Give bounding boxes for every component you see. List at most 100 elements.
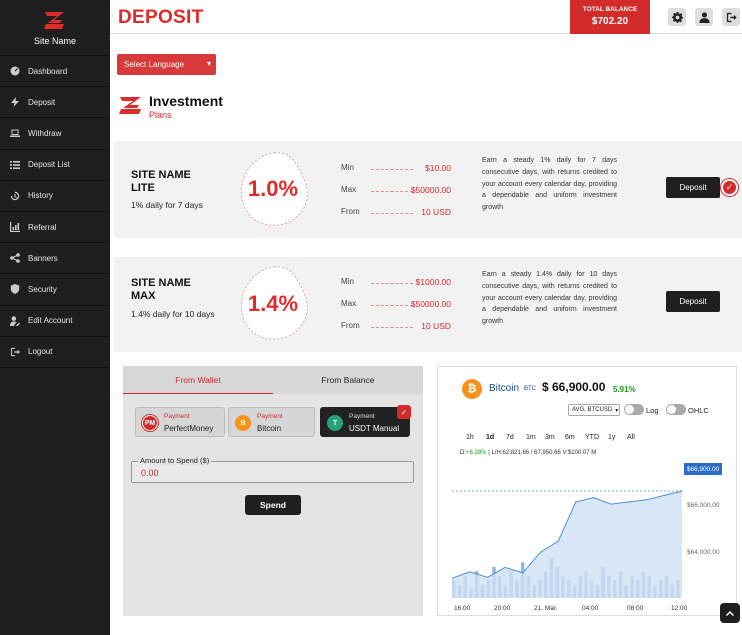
min-label: Min (341, 163, 354, 172)
range-7d[interactable]: 7d (506, 434, 514, 441)
sidebar-item-deposit[interactable]: Deposit (0, 87, 110, 119)
y-tick-label: $66,000.00 (687, 502, 720, 509)
user-icon (698, 11, 710, 23)
sidebar-item-edit-account[interactable]: Edit Account (0, 306, 110, 337)
investment-logo-icon (119, 97, 141, 114)
from-label: From (341, 207, 360, 216)
range-3m[interactable]: 3m (545, 434, 555, 441)
max-label: Max (341, 299, 357, 308)
dashboard-icon (9, 66, 20, 77)
range-ytd[interactable]: YTD (585, 434, 599, 441)
logout-icon (726, 12, 737, 22)
min-label: Min (341, 277, 354, 286)
payment-method-perfectmoney[interactable]: PM Payment PerfectMoney (135, 407, 225, 437)
chart-icon (9, 222, 20, 233)
x-tick-label: 04:00 (582, 605, 599, 612)
price-stats: D:+6.28% | L/H:62,821.66 / 67,950.66 V:$… (460, 450, 597, 456)
sidebar-item-logout[interactable]: Logout (0, 337, 110, 368)
price-point (628, 501, 630, 503)
bolt-icon (9, 97, 20, 108)
ticker-name: Bitcoin (489, 383, 520, 394)
scroll-to-top-button[interactable] (720, 603, 740, 623)
bitcoin-icon: B (235, 415, 251, 431)
sidebar-item-dashboard[interactable]: Dashboard (0, 56, 110, 88)
spend-button[interactable]: Spend (245, 495, 301, 515)
from-label: From (341, 321, 360, 330)
min-value: $1000.00 (415, 277, 451, 287)
price-area (452, 491, 682, 598)
method-label: Payment (349, 413, 375, 420)
sidebar: Site Name Dashboard Deposit Withdraw Dep… (0, 0, 110, 635)
sidebar-item-history[interactable]: History (0, 181, 110, 212)
brand-name: Site Name (33, 35, 77, 46)
investment-title: Investment (149, 93, 223, 109)
sidebar-item-security[interactable]: Security (0, 274, 110, 306)
sidebar-item-banners[interactable]: Banners (0, 243, 110, 275)
plan-min-row: Min $10.00 (341, 163, 451, 175)
plan-min-row: Min $1000.00 (341, 277, 451, 289)
payment-method-usdt[interactable]: T Payment USDT Manual ✓ (320, 405, 411, 437)
price-point (575, 501, 577, 503)
pair-select[interactable]: AVG. BTCUSD ▾ (568, 404, 620, 416)
chevron-down-icon: ▾ (615, 407, 619, 414)
deposit-button[interactable]: Deposit (666, 291, 720, 312)
profile-button[interactable] (695, 8, 713, 26)
max-value: $50000.00 (410, 299, 451, 309)
amount-value: 0.00 (141, 468, 159, 478)
amount-field[interactable]: Amount to Spend ($) 0.00 (131, 456, 414, 483)
plan-description: 1.4% daily for 10 days (131, 309, 215, 319)
amount-label: Amount to Spend ($) (138, 456, 212, 465)
sidebar-item-label: Logout (28, 347, 53, 357)
range-1y[interactable]: 1y (608, 434, 615, 441)
range-1d[interactable]: 1d (486, 434, 494, 441)
sidebar-item-label: Security (28, 284, 57, 294)
ohlc-label: OHLC (688, 406, 709, 415)
page-title: DEPOSIT (118, 7, 204, 28)
pair-label: AVG. BTCUSD (572, 407, 613, 413)
range-all[interactable]: All (627, 434, 635, 441)
stats-range-volume: L/H:62,821.66 / 67,950.66 V:$100.07 M (491, 450, 597, 456)
selected-check-icon: ✓ (397, 405, 411, 419)
ticker-price: $ 66,900.00 (542, 380, 606, 394)
deposit-button[interactable]: Deposit (666, 177, 720, 198)
payment-method-bitcoin[interactable]: B Payment Bitcoin (228, 407, 315, 437)
brand[interactable]: Site Name (0, 0, 110, 56)
sidebar-item-referral[interactable]: Referral (0, 212, 110, 244)
method-name: USDT Manual (349, 424, 400, 433)
tab-from-balance[interactable]: From Balance (273, 366, 423, 394)
ohlc-toggle[interactable] (666, 404, 686, 415)
max-value: $50000.00 (410, 185, 451, 195)
sidebar-item-withdraw[interactable]: Withdraw (0, 118, 110, 150)
range-1h[interactable]: 1h (466, 434, 474, 441)
plan-name: SITE NAME LITE (131, 169, 191, 194)
x-tick-label: 21. Mar. (534, 605, 558, 612)
settings-button[interactable] (668, 8, 686, 26)
price-point (557, 540, 559, 542)
balance-label: TOTAL BALANCE (582, 6, 638, 13)
plan-from-row: From 10 USD (341, 321, 451, 333)
price-point (469, 571, 471, 573)
method-name: Bitcoin (257, 424, 282, 433)
method-label: Payment (257, 413, 283, 420)
log-toggle[interactable] (624, 404, 644, 415)
investment-subtitle: Plans (149, 110, 172, 120)
price-area-chart (452, 490, 683, 598)
tab-from-wallet[interactable]: From Wallet (123, 366, 273, 394)
header: DEPOSIT TOTAL BALANCE $702.20 (110, 0, 742, 34)
plan-name: SITE NAME MAX (131, 277, 191, 302)
from-value: 10 USD (421, 207, 451, 217)
language-select[interactable]: Select Language ▾ (117, 54, 216, 75)
x-tick-label: 20:00 (494, 605, 511, 612)
sidebar-item-deposit-list[interactable]: Deposit List (0, 150, 110, 181)
sidebar-item-label: Edit Account (28, 316, 73, 326)
logout-button[interactable] (722, 8, 740, 26)
sidebar-item-label: Deposit (28, 97, 56, 107)
sidebar-item-label: Deposit List (28, 160, 70, 170)
range-1m[interactable]: 1m (526, 434, 536, 441)
range-6m[interactable]: 6m (565, 434, 575, 441)
ticker-symbol: BTC (524, 386, 536, 392)
price-point (646, 499, 648, 501)
share-icon (9, 253, 20, 264)
method-name: PerfectMoney (164, 424, 214, 433)
plan-max-row: Max $50000.00 (341, 299, 451, 311)
